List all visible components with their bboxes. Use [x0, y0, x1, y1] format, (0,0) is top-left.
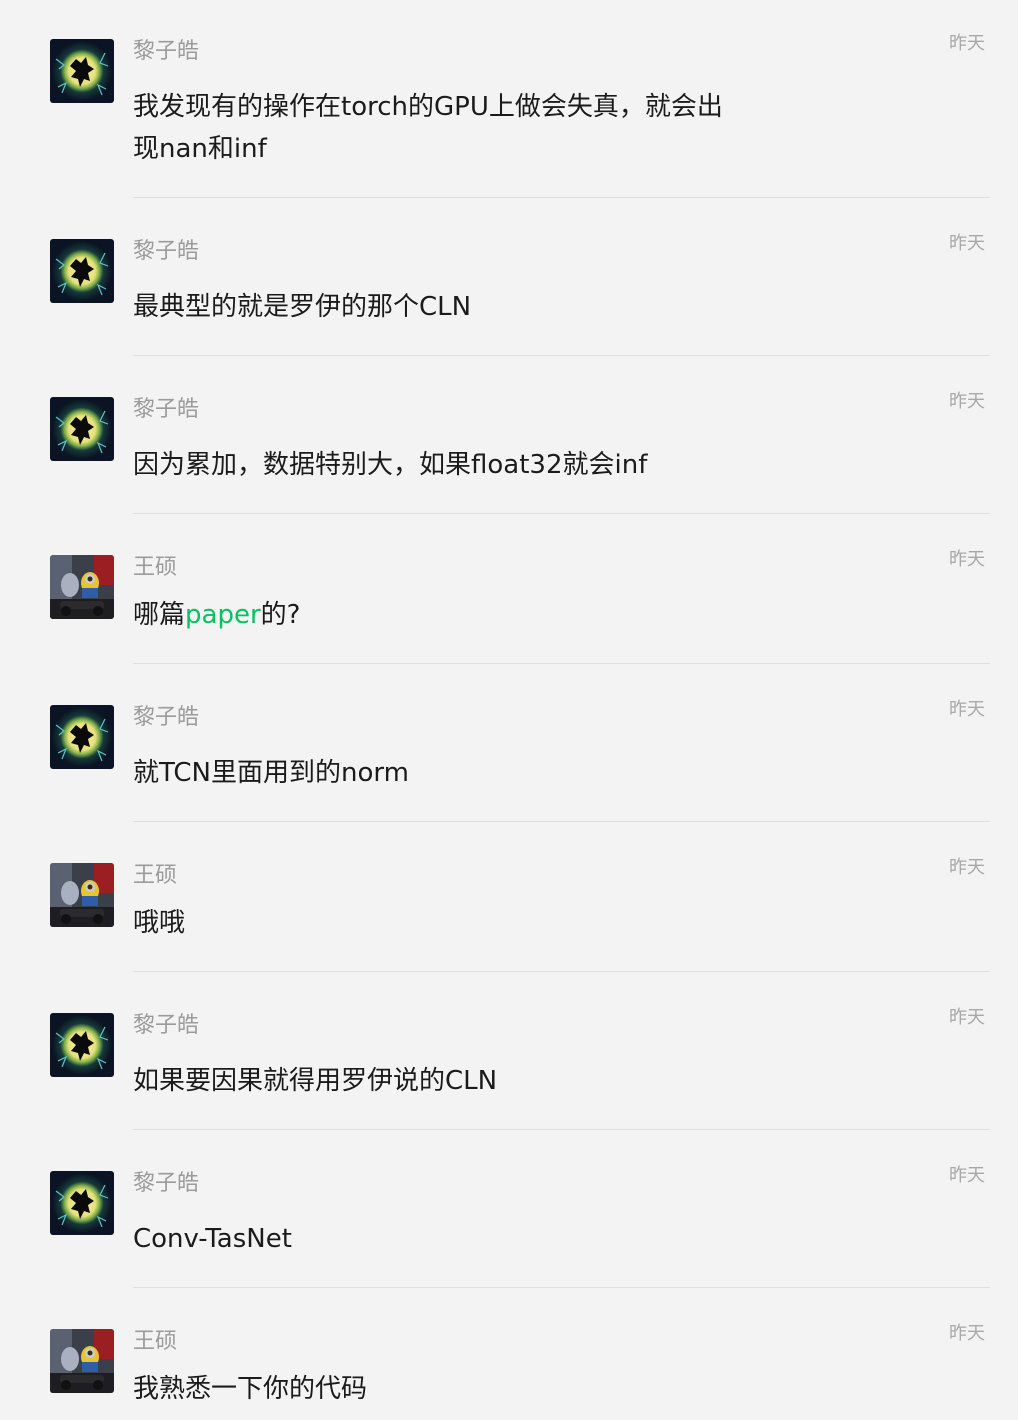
sender-name: 黎子皓 — [133, 1013, 200, 1038]
message-item[interactable]: 黎子皓 昨天 Conv-TasNet — [0, 1132, 1018, 1288]
message-text: 我熟悉一下你的代码 — [133, 1374, 368, 1404]
sender-name: 王硕 — [133, 555, 178, 580]
message-text: 就TCN里面用到的norm — [133, 758, 409, 788]
message-item[interactable]: 黎子皓 昨天 如果要因果就得用罗伊说的CLN — [0, 974, 1018, 1130]
sender-name: 黎子皓 — [133, 705, 200, 730]
message-text: Conv-TasNet — [133, 1224, 292, 1254]
message-divider — [133, 355, 990, 356]
sender-name: 黎子皓 — [133, 239, 200, 264]
moon-avatar-image — [50, 239, 114, 303]
message-time: 昨天 — [949, 1007, 985, 1028]
sender-name: 王硕 — [133, 1329, 178, 1354]
message-text-before: 哪篇 — [133, 600, 186, 630]
moon-avatar[interactable] — [50, 1171, 114, 1235]
message-divider — [133, 1129, 990, 1130]
minion-avatar-image — [50, 555, 114, 619]
sender-name: 黎子皓 — [133, 1171, 200, 1196]
moon-avatar-image — [50, 397, 114, 461]
message-text: 哪篇paper的? — [133, 594, 733, 636]
moon-avatar[interactable] — [50, 39, 114, 103]
message-text: 哦哦 — [133, 908, 186, 938]
sender-name: 王硕 — [133, 863, 178, 888]
minion-avatar-image — [50, 863, 114, 927]
moon-avatar-image — [50, 705, 114, 769]
moon-avatar[interactable] — [50, 397, 114, 461]
message-text: 最典型的就是罗伊的那个CLN — [133, 292, 472, 322]
message-item[interactable]: 王硕 昨天 我熟悉一下你的代码 — [0, 1290, 1018, 1420]
message-divider — [133, 663, 990, 664]
message-time: 昨天 — [949, 549, 985, 570]
paper-link[interactable]: paper — [185, 600, 261, 630]
moon-avatar-image — [50, 1171, 114, 1235]
minion-avatar[interactable] — [50, 863, 114, 927]
message-time: 昨天 — [949, 33, 985, 54]
moon-avatar-image — [50, 39, 114, 103]
message-item[interactable]: 王硕 昨天 哪篇paper的? — [0, 516, 1018, 664]
message-text: 如果要因果就得用罗伊说的CLN — [133, 1066, 498, 1096]
message-item[interactable]: 王硕 昨天 哦哦 — [0, 824, 1018, 972]
message-divider — [133, 513, 990, 514]
sender-name: 黎子皓 — [133, 39, 200, 64]
message-time: 昨天 — [949, 391, 985, 412]
message-time: 昨天 — [949, 233, 985, 254]
message-time: 昨天 — [949, 1165, 985, 1186]
moon-avatar[interactable] — [50, 705, 114, 769]
message-time: 昨天 — [949, 857, 985, 878]
message-item[interactable]: 黎子皓 昨天 最典型的就是罗伊的那个CLN — [0, 200, 1018, 356]
message-time: 昨天 — [949, 699, 985, 720]
chat-message-list: 黎子皓 昨天 我发现有的操作在torch的GPU上做会失真，就会出现nan和in… — [0, 0, 1018, 1420]
sender-name: 黎子皓 — [133, 397, 200, 422]
moon-avatar-image — [50, 1013, 114, 1077]
minion-avatar[interactable] — [50, 555, 114, 619]
message-item[interactable]: 黎子皓 昨天 我发现有的操作在torch的GPU上做会失真，就会出现nan和in… — [0, 0, 1018, 198]
message-divider — [133, 971, 990, 972]
message-time: 昨天 — [949, 1323, 985, 1344]
message-text: 因为累加，数据特别大，如果float32就会inf — [133, 450, 648, 480]
minion-avatar-image — [50, 1329, 114, 1393]
message-text: 我发现有的操作在torch的GPU上做会失真，就会出现nan和inf — [133, 92, 723, 164]
message-item[interactable]: 黎子皓 昨天 因为累加，数据特别大，如果float32就会inf — [0, 358, 1018, 514]
moon-avatar[interactable] — [50, 1013, 114, 1077]
message-divider — [133, 1287, 990, 1288]
moon-avatar[interactable] — [50, 239, 114, 303]
message-divider — [133, 821, 990, 822]
message-divider — [133, 197, 990, 198]
message-item[interactable]: 黎子皓 昨天 就TCN里面用到的norm — [0, 666, 1018, 822]
message-text-after: 的? — [260, 600, 301, 630]
minion-avatar[interactable] — [50, 1329, 114, 1393]
